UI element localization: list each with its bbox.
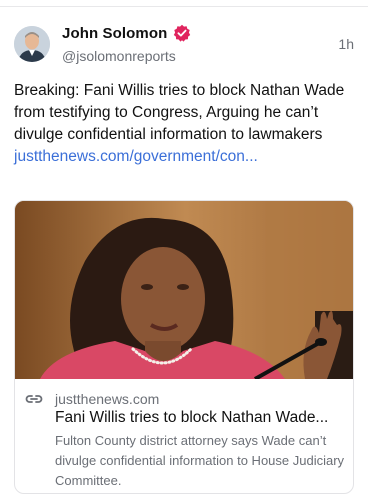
post-timestamp[interactable]: 1h (338, 36, 354, 52)
name-row: John Solomon (62, 24, 191, 42)
link-preview-card[interactable]: justthenews.com Fani Willis tries to blo… (14, 200, 354, 494)
author-name[interactable]: John Solomon (62, 25, 167, 42)
author-handle[interactable]: @jsolomonreports (62, 48, 176, 64)
post-link[interactable]: justthenews.com/government/con... (14, 148, 258, 165)
link-icon (25, 392, 43, 406)
post-body: Breaking: Fani Willis tries to block Nat… (14, 82, 345, 143)
card-image (15, 201, 353, 379)
card-body: justthenews.com Fani Willis tries to blo… (15, 379, 353, 493)
card-title[interactable]: Fani Willis tries to block Nathan Wade..… (55, 409, 347, 427)
card-description: Fulton County district attorney says Wad… (55, 433, 345, 488)
top-divider (0, 6, 368, 7)
post-header: John Solomon @jsolomonreports 1h (14, 22, 354, 70)
verified-badge-icon (173, 24, 191, 42)
post-text: Breaking: Fani Willis tries to block Nat… (14, 80, 356, 168)
card-domain: justthenews.com (55, 391, 160, 407)
avatar[interactable] (14, 26, 50, 62)
card-domain-row: justthenews.com (25, 391, 159, 407)
